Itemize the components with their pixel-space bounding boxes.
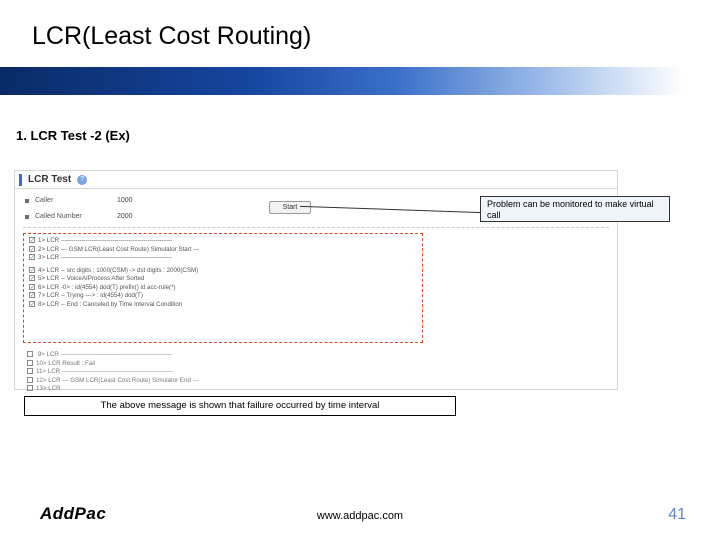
bullet-icon — [25, 215, 29, 219]
log-line: 2> LCR --- GSM LCR(Least Cost Route) Sim… — [29, 246, 417, 255]
page-number: 41 — [668, 506, 686, 524]
check-icon — [29, 246, 35, 252]
called-label: Called Number — [35, 213, 117, 220]
panel-title: LCR Test — [28, 174, 71, 185]
check-icon — [29, 267, 35, 273]
callout-monitor: Problem can be monitored to make virtual… — [480, 196, 670, 222]
log-line: 8> LCR -- End : Canceled by Time Interva… — [29, 301, 417, 310]
log-line: 10> LCR Result : Fail — [27, 360, 199, 369]
check-icon — [29, 284, 35, 290]
check-icon — [27, 360, 33, 366]
check-icon — [27, 368, 33, 374]
section-subtitle: 1. LCR Test -2 (Ex) — [16, 128, 130, 143]
check-icon — [27, 377, 33, 383]
log-line: 9> LCR ---------------------------------… — [27, 351, 199, 360]
log-line: 12> LCR --- GSM LCR(Least Cost Route) Si… — [27, 377, 199, 386]
page-title: LCR(Least Cost Routing) — [32, 22, 311, 51]
caller-label: Caller — [35, 197, 117, 204]
panel-divider — [23, 227, 609, 228]
footer-url: www.addpac.com — [0, 510, 720, 522]
header-accent — [19, 174, 22, 186]
caller-value: 1000 — [117, 197, 133, 204]
check-icon — [29, 237, 35, 243]
log-tail: 9> LCR ---------------------------------… — [27, 351, 199, 394]
log-line: 13> LCR — [27, 385, 199, 394]
log-line: 11> LCR --------------------------------… — [27, 368, 199, 377]
check-icon — [29, 254, 35, 260]
check-icon — [29, 275, 35, 281]
log-line: 5> LCR -- VoiceAIProcess After Sorted — [29, 275, 417, 284]
check-icon — [27, 351, 33, 357]
log-line: 1> LCR ---------------------------------… — [29, 237, 417, 246]
callout-failure: The above message is shown that failure … — [24, 396, 456, 416]
check-icon — [29, 292, 35, 298]
panel-header: LCR Test ? — [15, 171, 617, 189]
title-gradient — [0, 67, 720, 95]
called-value: 2000 — [117, 213, 133, 220]
log-line: 7> LCR -- Trying ---> : id(4554) dod(T) — [29, 292, 417, 301]
help-icon[interactable]: ? — [77, 175, 87, 185]
log-line: 3> LCR ---------------------------------… — [29, 254, 417, 263]
start-button[interactable]: Start — [269, 201, 311, 214]
called-row: Called Number 2000 — [25, 213, 133, 220]
bullet-icon — [25, 199, 29, 203]
check-icon — [27, 385, 33, 391]
check-icon — [29, 301, 35, 307]
caller-row: Caller 1000 — [25, 197, 133, 204]
log-line: 6> LCR -0> : id(4554) dod(T) prefix() id… — [29, 284, 417, 293]
log-line: 4> LCR -- src digits : 1000(CSM) -> dst … — [29, 267, 417, 276]
log-highlight-box: 1> LCR ---------------------------------… — [23, 233, 423, 343]
